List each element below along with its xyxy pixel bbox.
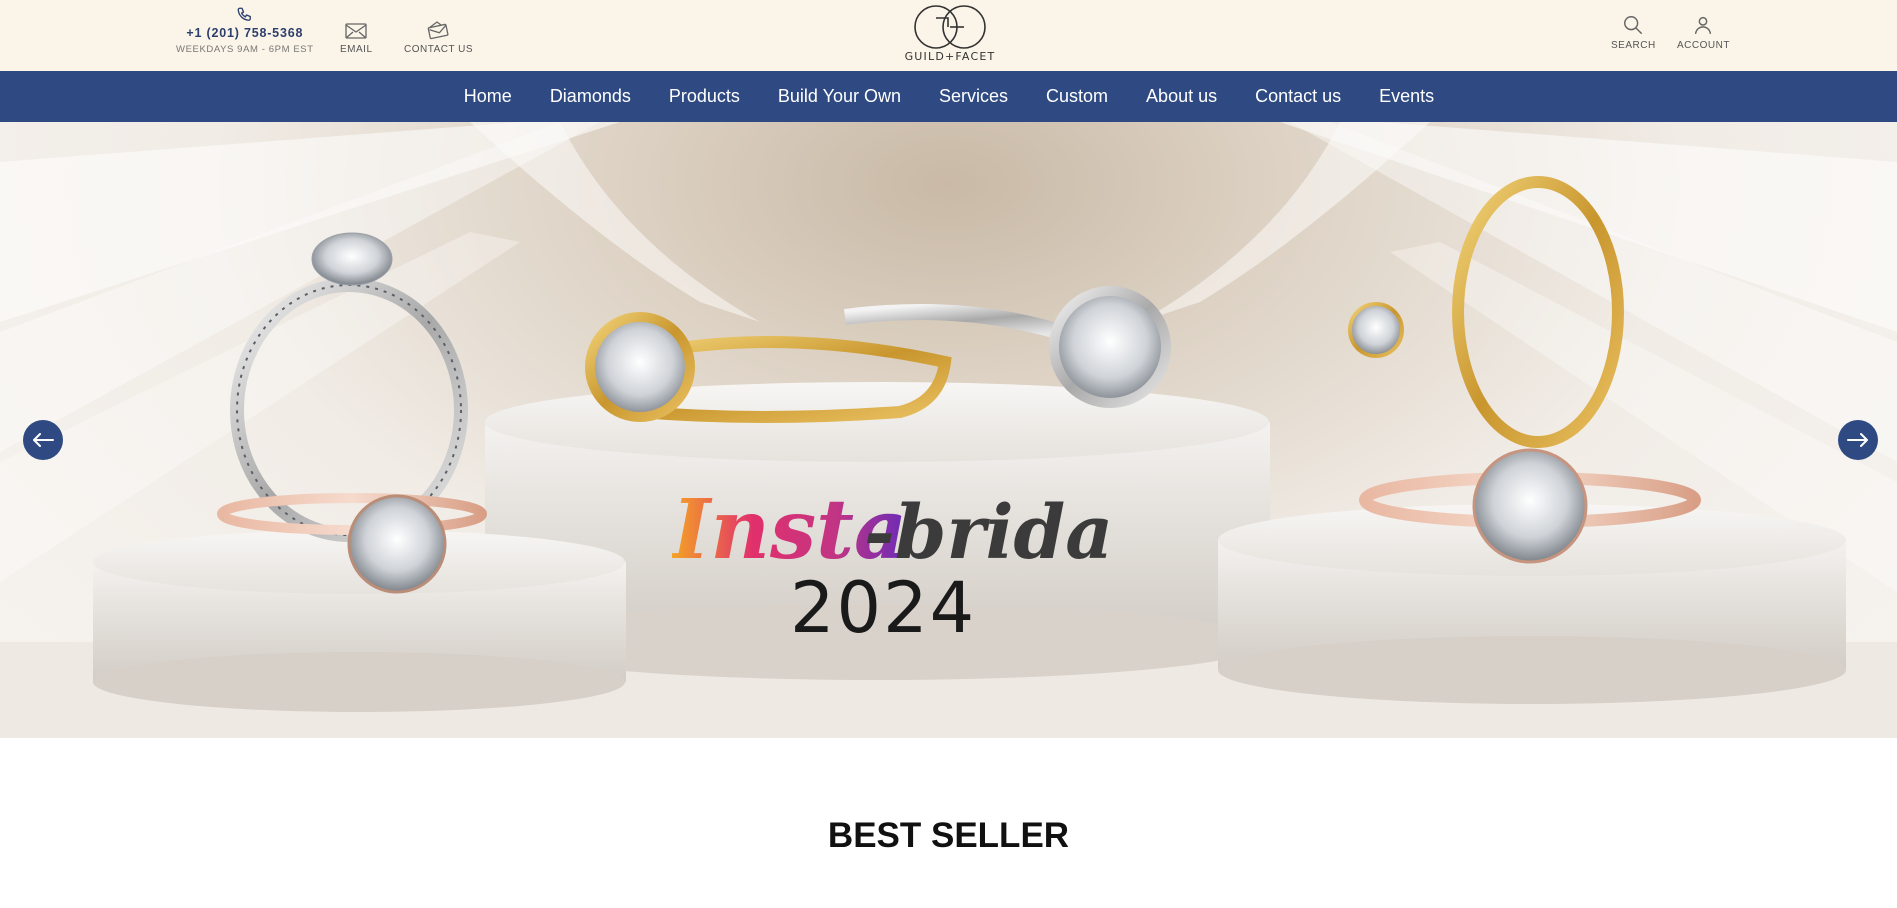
slider-next-button[interactable]: [1838, 420, 1878, 460]
search-label: SEARCH: [1611, 40, 1656, 51]
nav-item-custom[interactable]: Custom: [1027, 86, 1127, 107]
nav-item-home[interactable]: Home: [445, 86, 531, 107]
nav-item-about-us[interactable]: About us: [1127, 86, 1236, 107]
title-part-bridal: -bridal: [864, 490, 1112, 574]
contact-label: CONTACT US: [404, 44, 474, 55]
arrow-right-icon: [1847, 433, 1868, 447]
arrow-left-icon: [33, 433, 54, 447]
phone-hours: WEEKDAYS 9AM - 6PM EST: [176, 44, 314, 55]
slider-prev-button[interactable]: [23, 420, 63, 460]
brand-logo[interactable]: GUILD+FACET: [898, 2, 1002, 63]
email-label: EMAIL: [340, 44, 373, 55]
guild-facet-logo-mark: [914, 5, 986, 49]
nav-item-events[interactable]: Events: [1360, 86, 1453, 107]
insta-bridal-title: Insta -bridal: [672, 484, 1112, 574]
nav-item-services[interactable]: Services: [920, 86, 1027, 107]
email-link[interactable]: EMAIL: [340, 22, 373, 55]
account-button[interactable]: ACCOUNT: [1677, 14, 1730, 51]
main-navigation: Home Diamonds Products Build Your Own Se…: [0, 71, 1897, 122]
phone-icon: [237, 7, 251, 21]
top-utility-bar: +1 (201) 758-5368 WEEKDAYS 9AM - 6PM EST…: [0, 0, 1897, 71]
phone-link[interactable]: +1 (201) 758-5368 WEEKDAYS 9AM - 6PM EST: [176, 6, 314, 55]
phone-number: +1 (201) 758-5368: [186, 26, 304, 40]
nav-item-products[interactable]: Products: [650, 86, 759, 107]
account-label: ACCOUNT: [1677, 40, 1730, 51]
search-icon: [1624, 16, 1643, 34]
hero-slider: Insta -bridal 2024: [0, 122, 1897, 738]
contact-us-link[interactable]: CONTACT US: [404, 18, 473, 55]
logo-wordmark: GUILD+FACET: [904, 50, 996, 63]
nav-list: Home Diamonds Products Build Your Own Se…: [445, 86, 1453, 107]
nav-item-diamonds[interactable]: Diamonds: [531, 86, 650, 107]
envelope-icon: [345, 23, 367, 39]
best-seller-heading: BEST SELLER: [827, 816, 1070, 855]
search-button[interactable]: SEARCH: [1611, 14, 1656, 51]
open-envelope-icon: [427, 21, 449, 40]
user-icon: [1695, 16, 1712, 34]
nav-item-build-your-own[interactable]: Build Your Own: [759, 86, 920, 107]
banner-year: 2024: [790, 567, 977, 649]
nav-item-contact-us[interactable]: Contact us: [1236, 86, 1360, 107]
